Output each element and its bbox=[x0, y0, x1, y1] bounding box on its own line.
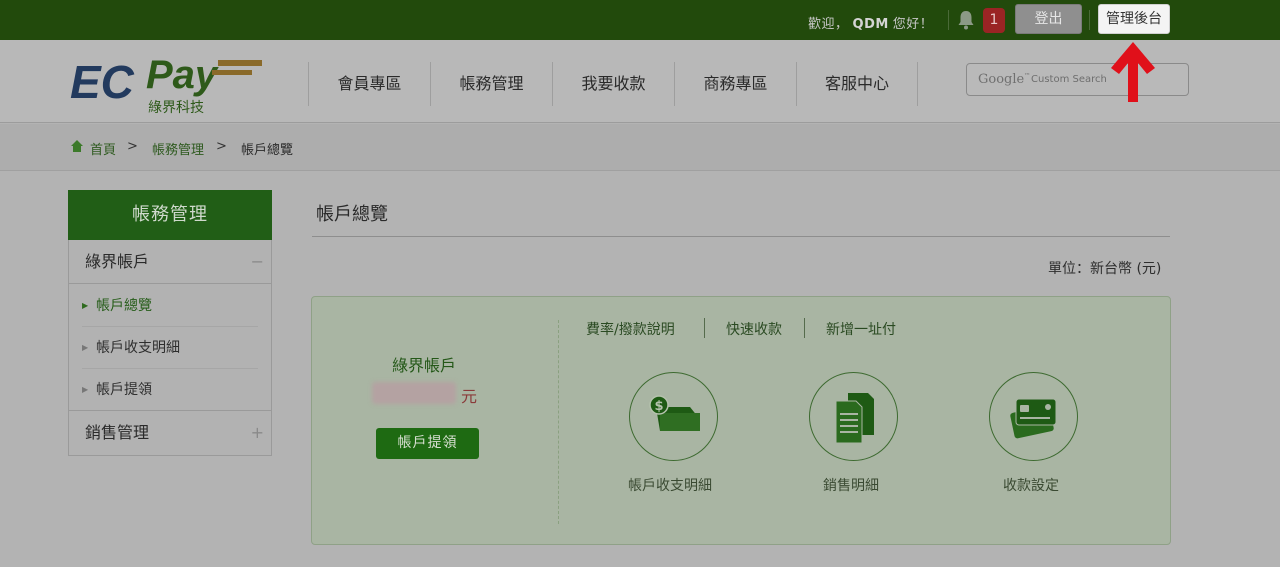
sidebar-item-label: 帳戶收支明細 bbox=[96, 340, 180, 356]
money-folder-icon: $ bbox=[649, 395, 700, 431]
home-icon[interactable] bbox=[70, 139, 84, 153]
notification-badge[interactable]: 1 bbox=[983, 8, 1005, 33]
nav-customer-service[interactable]: 客服中心 bbox=[796, 62, 918, 106]
breadcrumb-home[interactable]: 首頁 bbox=[90, 139, 116, 158]
search-placeholder: Custom Search bbox=[1031, 74, 1107, 85]
breadcrumb-separator: > bbox=[127, 139, 138, 154]
account-statement-shortcut[interactable]: $ bbox=[629, 372, 718, 461]
svg-text:EC: EC bbox=[70, 56, 135, 108]
link-separator bbox=[704, 318, 705, 338]
sidebar-item-withdraw[interactable]: ▶ 帳戶提領 bbox=[82, 369, 258, 411]
quick-collect-link[interactable]: 快速收款 bbox=[726, 319, 782, 339]
sales-detail-shortcut[interactable] bbox=[809, 372, 898, 461]
red-arrow-annotation bbox=[1111, 42, 1155, 102]
nav-collect-payment[interactable]: 我要收款 bbox=[552, 62, 674, 106]
expand-icon[interactable]: + bbox=[251, 411, 264, 455]
sidebar-item-account-statement[interactable]: ▶ 帳戶收支明細 bbox=[82, 327, 258, 369]
currency-unit-note: 單位：新台幣 (元) bbox=[1048, 261, 1162, 277]
triangle-right-icon: ▶ bbox=[82, 343, 89, 352]
sidebar-item-label: 帳戶提領 bbox=[96, 382, 152, 398]
nav-business[interactable]: 商務專區 bbox=[674, 62, 796, 106]
collapse-icon[interactable]: − bbox=[251, 240, 264, 284]
welcome-suffix: 您好！ bbox=[892, 17, 934, 32]
account-balance-blurred bbox=[372, 382, 456, 404]
panel-divider bbox=[558, 320, 559, 524]
account-statement-label[interactable]: 帳戶收支明細 bbox=[628, 475, 712, 495]
account-label: 綠界帳戶 bbox=[392, 356, 457, 375]
balance-currency: 元 bbox=[461, 387, 478, 406]
sidebar-title: 帳務管理 bbox=[68, 190, 272, 240]
main-nav: 會員專區 帳務管理 我要收款 商務專區 客服中心 bbox=[308, 62, 918, 106]
nav-accounting[interactable]: 帳務管理 bbox=[430, 62, 552, 106]
add-one-pay-link[interactable]: 新增一址付 bbox=[826, 319, 896, 339]
breadcrumb-separator: > bbox=[216, 139, 227, 154]
withdraw-button[interactable]: 帳戶提領 bbox=[376, 428, 479, 459]
svg-text:$: $ bbox=[654, 399, 663, 414]
sidebar-group-label: 綠界帳戶 bbox=[85, 252, 150, 271]
credit-card-icon bbox=[1010, 398, 1057, 439]
google-logo: Google™ bbox=[978, 72, 1031, 87]
link-separator bbox=[804, 318, 805, 338]
page-title: 帳戶總覽 bbox=[316, 204, 388, 225]
topbar-divider-2 bbox=[1089, 10, 1090, 30]
documents-icon bbox=[835, 393, 874, 444]
logout-button[interactable]: 登出 bbox=[1015, 4, 1082, 34]
welcome-prefix: 歡迎， bbox=[808, 17, 849, 32]
search-brand: Google bbox=[978, 72, 1025, 87]
svg-text:Pay: Pay bbox=[146, 53, 219, 97]
sidebar-item-account-overview[interactable]: ▶ 帳戶總覽 bbox=[82, 285, 258, 327]
sidebar-group-ecpay-account[interactable]: 綠界帳戶 − bbox=[68, 240, 272, 284]
admin-backend-button[interactable]: 管理後台 bbox=[1098, 4, 1170, 34]
logo-subtext: 綠界科技 bbox=[148, 100, 204, 116]
sidebar-group-label: 銷售管理 bbox=[85, 423, 150, 442]
ecpay-logo[interactable]: EC Pay 綠界科技 bbox=[68, 48, 268, 118]
breadcrumb-current: 帳戶總覽 bbox=[241, 143, 294, 158]
user-name: QDM bbox=[852, 17, 889, 32]
topbar-divider bbox=[948, 10, 949, 30]
sales-detail-label[interactable]: 銷售明細 bbox=[823, 475, 879, 495]
breadcrumb-accounting[interactable]: 帳務管理 bbox=[152, 139, 204, 158]
title-divider bbox=[312, 236, 1170, 237]
payment-settings-shortcut[interactable] bbox=[989, 372, 1078, 461]
triangle-right-icon: ▶ bbox=[82, 301, 89, 310]
sidebar-group-sales[interactable]: 銷售管理 + bbox=[68, 410, 272, 455]
triangle-right-icon: ▶ bbox=[82, 385, 89, 394]
top-bar bbox=[0, 0, 1280, 40]
payment-settings-label[interactable]: 收款設定 bbox=[1003, 475, 1059, 495]
nav-member[interactable]: 會員專區 bbox=[308, 62, 430, 106]
bell-icon[interactable] bbox=[957, 10, 975, 30]
fee-info-link[interactable]: 費率/撥款說明 bbox=[586, 319, 675, 339]
welcome-message: 歡迎， QDM 您好！ bbox=[808, 13, 933, 32]
sidebar-item-label: 帳戶總覽 bbox=[96, 298, 152, 314]
